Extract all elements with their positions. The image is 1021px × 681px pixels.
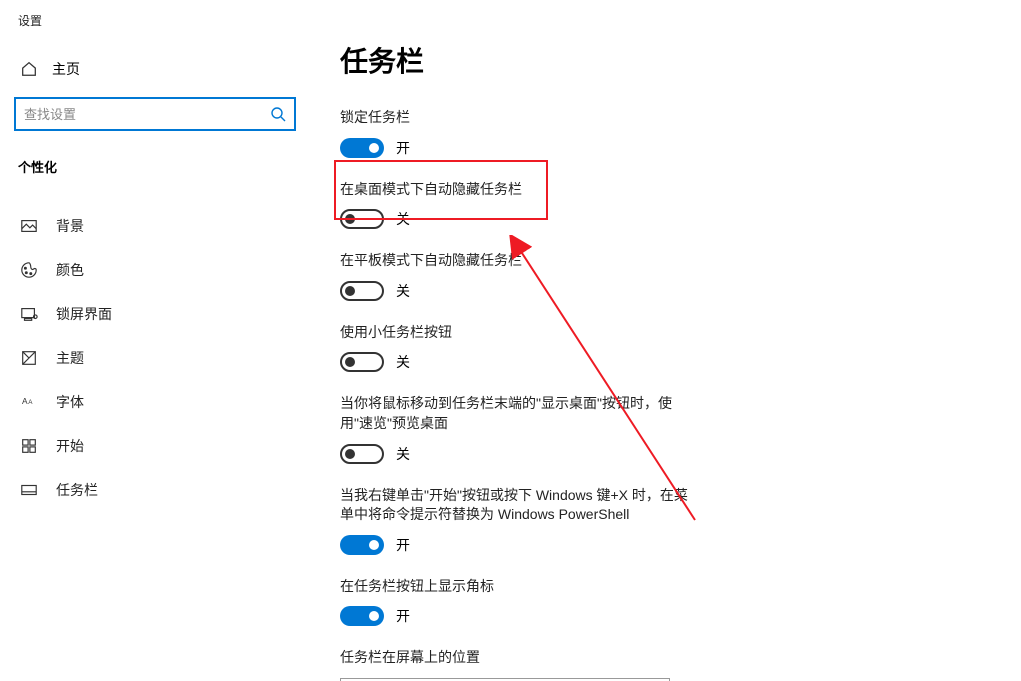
setting-show-badges: 在任务栏按钮上显示角标 开	[340, 577, 700, 627]
themes-icon	[20, 349, 38, 367]
setting-label: 在任务栏按钮上显示角标	[340, 577, 700, 597]
nav-item-background[interactable]: 背景	[14, 204, 296, 248]
toggle-auto-hide-tablet[interactable]	[340, 281, 384, 301]
nav-item-lockscreen[interactable]: 锁屏界面	[14, 292, 296, 336]
setting-label: 锁定任务栏	[340, 108, 700, 128]
toggle-powershell[interactable]	[340, 535, 384, 555]
toggle-show-badges[interactable]	[340, 606, 384, 626]
toggle-state: 开	[396, 138, 410, 158]
page-title: 任务栏	[340, 40, 991, 80]
nav-item-taskbar[interactable]: 任务栏	[14, 468, 296, 512]
setting-label: 使用小任务栏按钮	[340, 323, 700, 343]
toggle-state: 开	[396, 535, 410, 555]
nav-label: 字体	[56, 392, 84, 412]
image-icon	[20, 217, 38, 235]
start-icon	[20, 437, 38, 455]
app-title: 设置	[14, 12, 296, 29]
nav-home[interactable]: 主页	[14, 51, 296, 87]
nav-home-label: 主页	[52, 59, 80, 79]
setting-powershell: 当我右键单击"开始"按钮或按下 Windows 键+X 时，在菜单中将命令提示符…	[340, 486, 700, 555]
nav-label: 开始	[56, 436, 84, 456]
setting-peek-desktop: 当你将鼠标移动到任务栏末端的"显示桌面"按钮时，使用"速览"预览桌面 关	[340, 394, 700, 463]
toggle-auto-hide-desktop[interactable]	[340, 209, 384, 229]
sidebar: 设置 主页 个性化 背景	[0, 0, 310, 681]
setting-lock-taskbar: 锁定任务栏 开	[340, 108, 700, 158]
setting-label: 任务栏在屏幕上的位置	[340, 648, 700, 668]
setting-small-buttons: 使用小任务栏按钮 关	[340, 323, 700, 373]
category-title: 个性化	[14, 157, 296, 176]
svg-text:A: A	[22, 396, 28, 406]
nav-item-themes[interactable]: 主题	[14, 336, 296, 380]
setting-position: 任务栏在屏幕上的位置 底部	[340, 648, 700, 681]
toggle-state: 关	[396, 209, 410, 229]
setting-auto-hide-tablet: 在平板模式下自动隐藏任务栏 关	[340, 251, 700, 301]
search-box[interactable]	[14, 97, 296, 131]
setting-label: 当我右键单击"开始"按钮或按下 Windows 键+X 时，在菜单中将命令提示符…	[340, 486, 700, 525]
lockscreen-icon	[20, 305, 38, 323]
nav-label: 主题	[56, 348, 84, 368]
toggle-state: 关	[396, 444, 410, 464]
toggle-peek-desktop[interactable]	[340, 444, 384, 464]
toggle-state: 关	[396, 352, 410, 372]
nav-list: 背景 颜色 锁屏界面 主	[14, 204, 296, 512]
toggle-state: 开	[396, 606, 410, 626]
search-icon	[270, 106, 286, 122]
fonts-icon: A A	[20, 393, 38, 411]
nav-label: 锁屏界面	[56, 304, 112, 324]
setting-label: 在平板模式下自动隐藏任务栏	[340, 251, 700, 271]
toggle-state: 关	[396, 281, 410, 301]
nav-item-fonts[interactable]: A A 字体	[14, 380, 296, 424]
toggle-small-buttons[interactable]	[340, 352, 384, 372]
svg-text:A: A	[28, 399, 33, 406]
nav-item-colors[interactable]: 颜色	[14, 248, 296, 292]
taskbar-icon	[20, 481, 38, 499]
content-pane: 任务栏 锁定任务栏 开 在桌面模式下自动隐藏任务栏 关 在平板模式下自动隐藏任务…	[310, 0, 1021, 681]
nav-item-start[interactable]: 开始	[14, 424, 296, 468]
nav-label: 颜色	[56, 260, 84, 280]
toggle-lock-taskbar[interactable]	[340, 138, 384, 158]
setting-auto-hide-desktop: 在桌面模式下自动隐藏任务栏 关	[340, 180, 700, 230]
nav-label: 任务栏	[56, 480, 98, 500]
nav-label: 背景	[56, 216, 84, 236]
search-input[interactable]	[24, 107, 270, 122]
setting-label: 在桌面模式下自动隐藏任务栏	[340, 180, 700, 200]
setting-label: 当你将鼠标移动到任务栏末端的"显示桌面"按钮时，使用"速览"预览桌面	[340, 394, 700, 433]
home-icon	[20, 60, 38, 78]
palette-icon	[20, 261, 38, 279]
